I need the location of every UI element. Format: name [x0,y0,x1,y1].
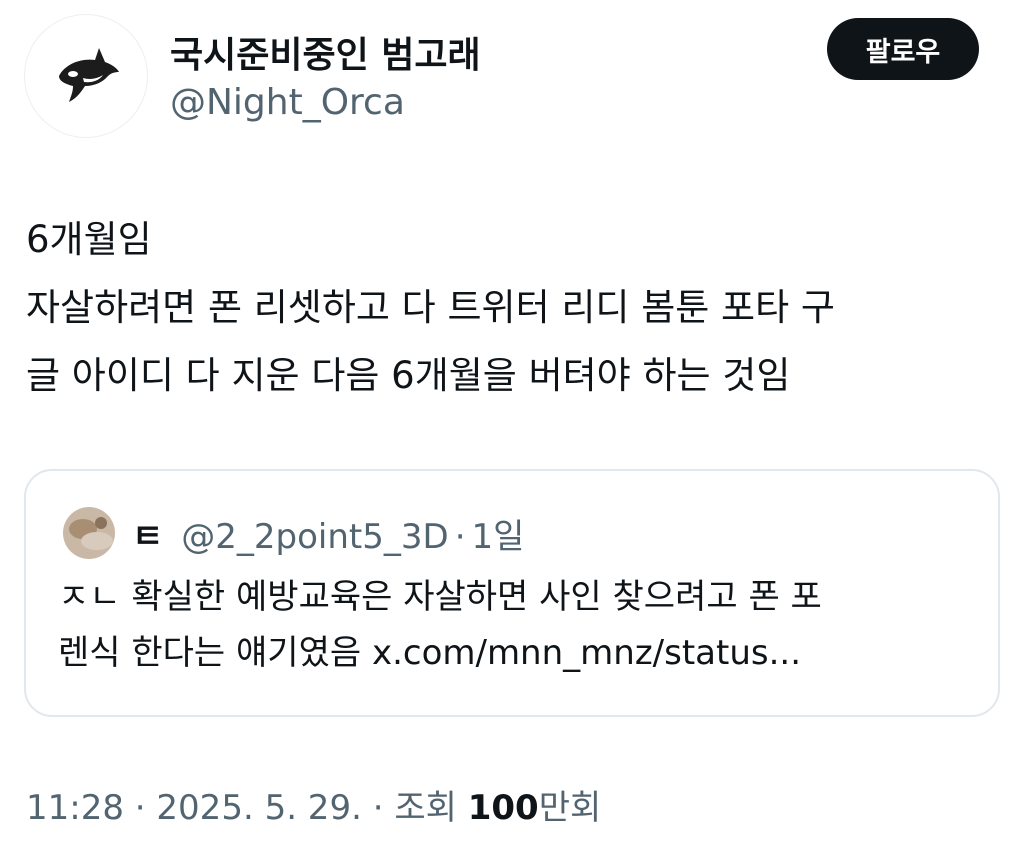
views-unit: 만회 [538,788,602,828]
quoted-author-name: ㅌ [132,517,164,557]
tweet-date[interactable]: 2025. 5. 29. [156,788,361,828]
views-count[interactable]: 100 [468,788,539,828]
separator-dot: · [372,788,384,828]
quoted-author-handle: @2_2point5_3D [181,517,449,557]
author-display-name[interactable]: 국시준비중인 범고래 [170,26,481,78]
tweet-meta: 11:28 · 2025. 5. 29. · 조회 100만회 [26,780,601,829]
tweet-time[interactable]: 11:28 [26,788,124,828]
tweet-line: 6개월임 [26,218,152,261]
quoted-tweet-line: ㅈㄴ 확실한 예방교육은 자살하면 사인 찾으려고 폰 포 [58,577,822,617]
quoted-tweet-time: 1일 [471,517,525,557]
tweet-text: 6개월임 자살하려면 폰 리셋하고 다 트위터 리디 봄툰 포타 구 글 아이디… [26,206,986,410]
avatar-photo-icon [63,507,115,559]
quoted-author-avatar [63,507,115,559]
quoted-tweet-text: ㅈㄴ 확실한 예방교육은 자살하면 사인 찾으려고 폰 포 렌식 한다는 얘기였… [58,569,978,681]
separator-dot: · [134,788,146,828]
tweet-page: 국시준비중인 범고래 @Night_Orca 팔로우 6개월임 자살하려면 폰 … [0,0,1024,842]
separator-dot: · [454,517,466,557]
quoted-tweet-card[interactable]: ㅌ @2_2point5_3D · 1일 ㅈㄴ 확실한 예방교육은 자살하면 사… [24,469,1000,717]
orca-icon [59,48,119,102]
follow-button[interactable]: 팔로우 [827,18,979,80]
tweet-line: 글 아이디 다 지운 다음 6개월을 버텨야 하는 것임 [26,354,791,397]
views-label: 조회 [394,788,457,828]
author-handle[interactable]: @Night_Orca [170,82,405,123]
author-avatar[interactable] [24,14,148,138]
tweet-line: 자살하려면 폰 리셋하고 다 트위터 리디 봄툰 포타 구 [26,286,835,329]
quoted-tweet-line: 렌식 한다는 얘기였음 x.com/mnn_mnz/status... [58,633,802,673]
quoted-tweet-header: ㅌ @2_2point5_3D · 1일 [132,509,524,558]
